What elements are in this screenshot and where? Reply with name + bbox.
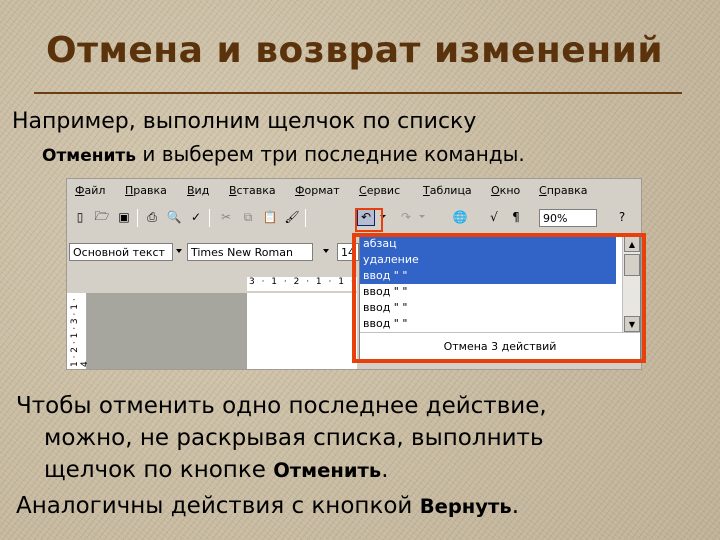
paste-icon[interactable]: 📋: [261, 208, 279, 226]
undo-line-1: Чтобы отменить одно последнее действие,: [16, 393, 547, 419]
toolbar-separator: [305, 209, 306, 227]
document-workspace: [87, 293, 247, 369]
copy-icon[interactable]: ⧉: [239, 208, 257, 226]
open-folder-icon[interactable]: 🗁: [93, 208, 111, 226]
slide-title: Отмена и возврат изменений: [46, 30, 664, 71]
horizontal-ruler: 3 · 1 · 2 · 1 · 1 ·: [247, 277, 357, 291]
undo-bold: Отменить: [273, 459, 382, 482]
print-preview-icon[interactable]: 🔍: [165, 208, 183, 226]
undo-paragraph: Чтобы отменить одно последнее действие, …: [16, 390, 716, 487]
redo-icon[interactable]: ↷: [397, 208, 415, 226]
menu-view[interactable]: Вид: [187, 184, 209, 197]
redo-bold: Вернуть: [419, 495, 512, 518]
hyperlink-icon[interactable]: 🌐: [451, 208, 469, 226]
undo-line-3-prefix: щелчок по кнопке: [44, 457, 274, 483]
style-dropdown-arrow[interactable]: [176, 249, 182, 253]
intro-line-2-rest: и выберем три последние команды.: [136, 142, 525, 166]
menu-help[interactable]: Справка: [539, 184, 587, 197]
spelling-icon[interactable]: ✓: [187, 208, 205, 226]
title-divider: [34, 92, 682, 94]
menu-edit[interactable]: Правка: [125, 184, 167, 197]
intro-paragraph: Например, выполним щелчок по списку Отме…: [12, 106, 712, 172]
undo-line-3-end: .: [381, 457, 389, 483]
undo-line-2: можно, не раскрывая списка, выполнить: [44, 425, 544, 451]
undo-dropdown-highlight: [352, 233, 646, 363]
menu-insert[interactable]: Вставка: [229, 184, 276, 197]
document-page[interactable]: [247, 293, 357, 369]
font-select[interactable]: Times New Roman: [187, 243, 313, 261]
toolbar-separator: [209, 209, 210, 227]
redo-prefix: Аналогичны действия с кнопкой: [16, 493, 420, 519]
undo-button-highlight: [355, 208, 383, 232]
zoom-select[interactable]: 90%: [539, 209, 597, 227]
toolbar-separator: [137, 209, 138, 227]
font-dropdown-arrow[interactable]: [323, 249, 329, 253]
undo-line-3: щелчок по кнопке Отменить.: [16, 454, 716, 487]
cut-icon[interactable]: ✂: [217, 208, 235, 226]
menu-format[interactable]: Формат: [295, 184, 340, 197]
redo-paragraph: Аналогичны действия с кнопкой Вернуть.: [16, 490, 716, 523]
redo-dropdown-arrow[interactable]: [419, 215, 425, 218]
intro-line-2: Отменить и выберем три последние команды…: [12, 138, 712, 172]
style-select[interactable]: Основной текст: [69, 243, 173, 261]
menu-file[interactable]: Файл: [75, 184, 105, 197]
new-doc-icon[interactable]: ▯: [71, 208, 89, 226]
menu-table[interactable]: Таблица: [423, 184, 472, 197]
menu-window[interactable]: Окно: [491, 184, 520, 197]
print-icon[interactable]: ⎙: [143, 208, 161, 226]
help-icon[interactable]: ?: [613, 208, 631, 226]
redo-end: .: [511, 493, 520, 519]
menu-bar: Файл Правка Вид Вставка Формат Сервис Та…: [67, 179, 641, 203]
formula-icon[interactable]: √: [485, 208, 503, 226]
intro-line-1: Например, выполним щелчок по списку: [12, 109, 477, 134]
pilcrow-icon[interactable]: ¶: [507, 208, 525, 226]
save-icon[interactable]: ▣: [115, 208, 133, 226]
intro-bold-undo: Отменить: [42, 146, 136, 166]
format-painter-icon[interactable]: 🖌: [283, 208, 301, 226]
menu-tools[interactable]: Сервис: [359, 184, 400, 197]
